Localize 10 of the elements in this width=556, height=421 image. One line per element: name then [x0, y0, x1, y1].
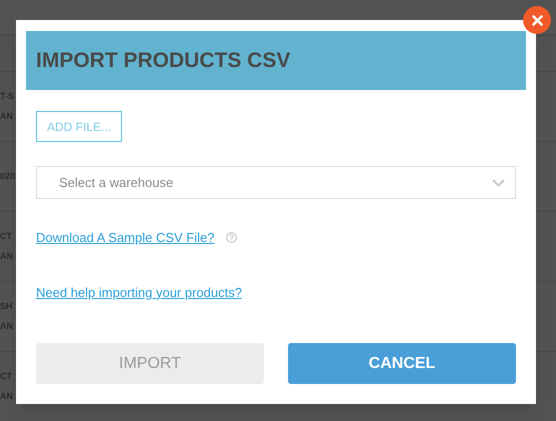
close-button[interactable] — [523, 6, 551, 34]
download-sample-link[interactable]: Download A Sample CSV File? — [36, 228, 214, 248]
warehouse-select[interactable]: Select a warehouse — [36, 166, 516, 199]
help-importing-link[interactable]: Need help importing your products? — [36, 282, 242, 302]
chevron-down-icon — [492, 178, 505, 186]
dialog-title: IMPORT PRODUCTS CSV — [36, 48, 290, 74]
cancel-button[interactable]: CANCEL — [288, 343, 516, 384]
help-icon — [226, 232, 238, 244]
add-file-button[interactable]: ADD FILE... — [36, 111, 122, 142]
close-icon — [532, 14, 542, 26]
